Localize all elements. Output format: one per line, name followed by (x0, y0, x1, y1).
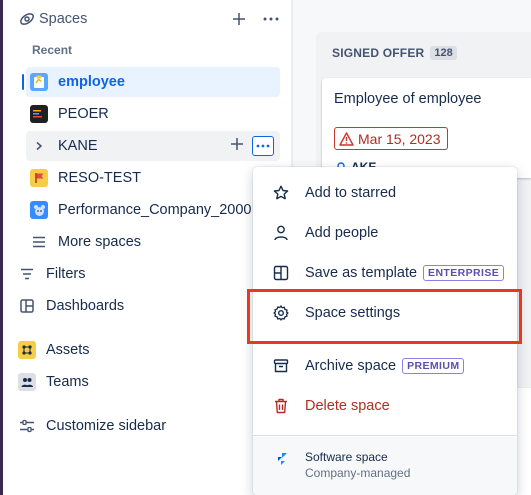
menu-item-label: Add to starred (305, 185, 397, 201)
sidebar-item-employee[interactable]: employee (26, 67, 280, 97)
menu-item-space-settings[interactable]: Space settings (253, 293, 517, 333)
code-icon (30, 105, 48, 123)
sidebar-item-filters[interactable]: Filters (14, 259, 282, 289)
filter-icon (18, 265, 36, 283)
menu-item-add-people[interactable]: Add people (253, 213, 517, 253)
menu-item-delete-space[interactable]: Delete space (253, 386, 517, 426)
assets-icon (18, 341, 36, 359)
add-space-icon[interactable] (229, 9, 249, 29)
archive-icon (271, 358, 291, 374)
spaces-label: Spaces (39, 11, 88, 27)
menu-item-label: Add people (305, 225, 379, 241)
column-title: SIGNED OFFER (332, 46, 425, 60)
menu-item-label: Space settings (305, 305, 401, 321)
due-date-badge: Mar 15, 2023 (334, 127, 448, 150)
footer-subtitle: Company-managed (305, 466, 411, 480)
customize-icon (18, 417, 36, 435)
enterprise-badge: ENTERPRISE (423, 265, 505, 281)
selection-indicator (22, 74, 24, 90)
sidebar-item-more-spaces[interactable]: More spaces (26, 227, 280, 257)
spaces-header[interactable]: Spaces (17, 6, 285, 32)
sidebar-item-label: PEOER (58, 106, 109, 122)
software-space-icon (275, 452, 289, 466)
bear-icon (30, 201, 48, 219)
sidebar-item-label: More spaces (58, 234, 142, 250)
sidebar-item-assets[interactable]: Assets (14, 335, 282, 365)
more-actions-button[interactable] (252, 136, 274, 156)
flag-icon (30, 169, 48, 187)
dashboard-icon (18, 297, 36, 315)
sidebar-item-label: Performance_Company_2000 (58, 202, 252, 218)
menu-item-archive-space[interactable]: Archive space PREMIUM (253, 346, 517, 386)
menu-divider (253, 343, 517, 344)
premium-badge: PREMIUM (402, 358, 465, 374)
due-date-text: Mar 15, 2023 (358, 130, 441, 147)
sidebar-item-label: Filters (46, 266, 86, 282)
gear-icon (271, 305, 291, 321)
sidebar-item-label: Teams (46, 374, 89, 390)
column-count: 128 (430, 46, 457, 60)
menu-divider (253, 435, 517, 436)
menu-item-save-as-template[interactable]: Save as template ENTERPRISE (253, 253, 517, 293)
chevron-right-icon[interactable] (30, 137, 48, 155)
sidebar-item-teams[interactable]: Teams (14, 367, 282, 397)
sidebar-item-performance[interactable]: Performance_Company_2000 (26, 195, 280, 225)
star-icon (271, 185, 291, 201)
teams-icon (18, 373, 36, 391)
sidebar-item-reso-test[interactable]: RESO-TEST (26, 163, 280, 193)
sidebar-item-label: Dashboards (46, 298, 125, 314)
template-icon (271, 265, 291, 281)
sidebar-item-label: Customize sidebar (46, 418, 167, 434)
menu-item-add-to-starred[interactable]: Add to starred (253, 173, 517, 213)
sidebar-item-label: RESO-TEST (58, 170, 141, 186)
space-actions-menu: Add to starred Add people Save as templa… (253, 167, 517, 495)
sidebar-item-customize[interactable]: Customize sidebar (14, 411, 282, 441)
add-icon[interactable] (230, 135, 244, 156)
clipboard-icon (30, 73, 48, 91)
menu-item-label: Delete space (305, 398, 390, 414)
footer-title: Software space (305, 450, 388, 464)
sidebar-item-label: KANE (58, 138, 98, 154)
menu-item-label: Save as template (305, 265, 418, 281)
sidebar-item-dashboards[interactable]: Dashboards (14, 291, 282, 321)
menu-item-label: Archive space (305, 358, 397, 374)
person-icon (271, 225, 291, 241)
spaces-icon (17, 9, 37, 29)
recent-heading: Recent (32, 43, 73, 57)
card-title: Employee of employee (334, 91, 482, 107)
sidebar-item-peoer[interactable]: PEOER (26, 99, 280, 129)
sidebar-item-label: employee (58, 74, 125, 90)
more-options-icon[interactable] (261, 9, 281, 29)
warning-icon (339, 131, 354, 146)
column-header[interactable]: SIGNED OFFER 128 (332, 46, 457, 60)
menu-icon (30, 233, 48, 251)
sidebar-item-label: Assets (46, 342, 90, 358)
trash-icon (271, 398, 291, 414)
sidebar-item-kane[interactable]: KANE (26, 131, 280, 161)
